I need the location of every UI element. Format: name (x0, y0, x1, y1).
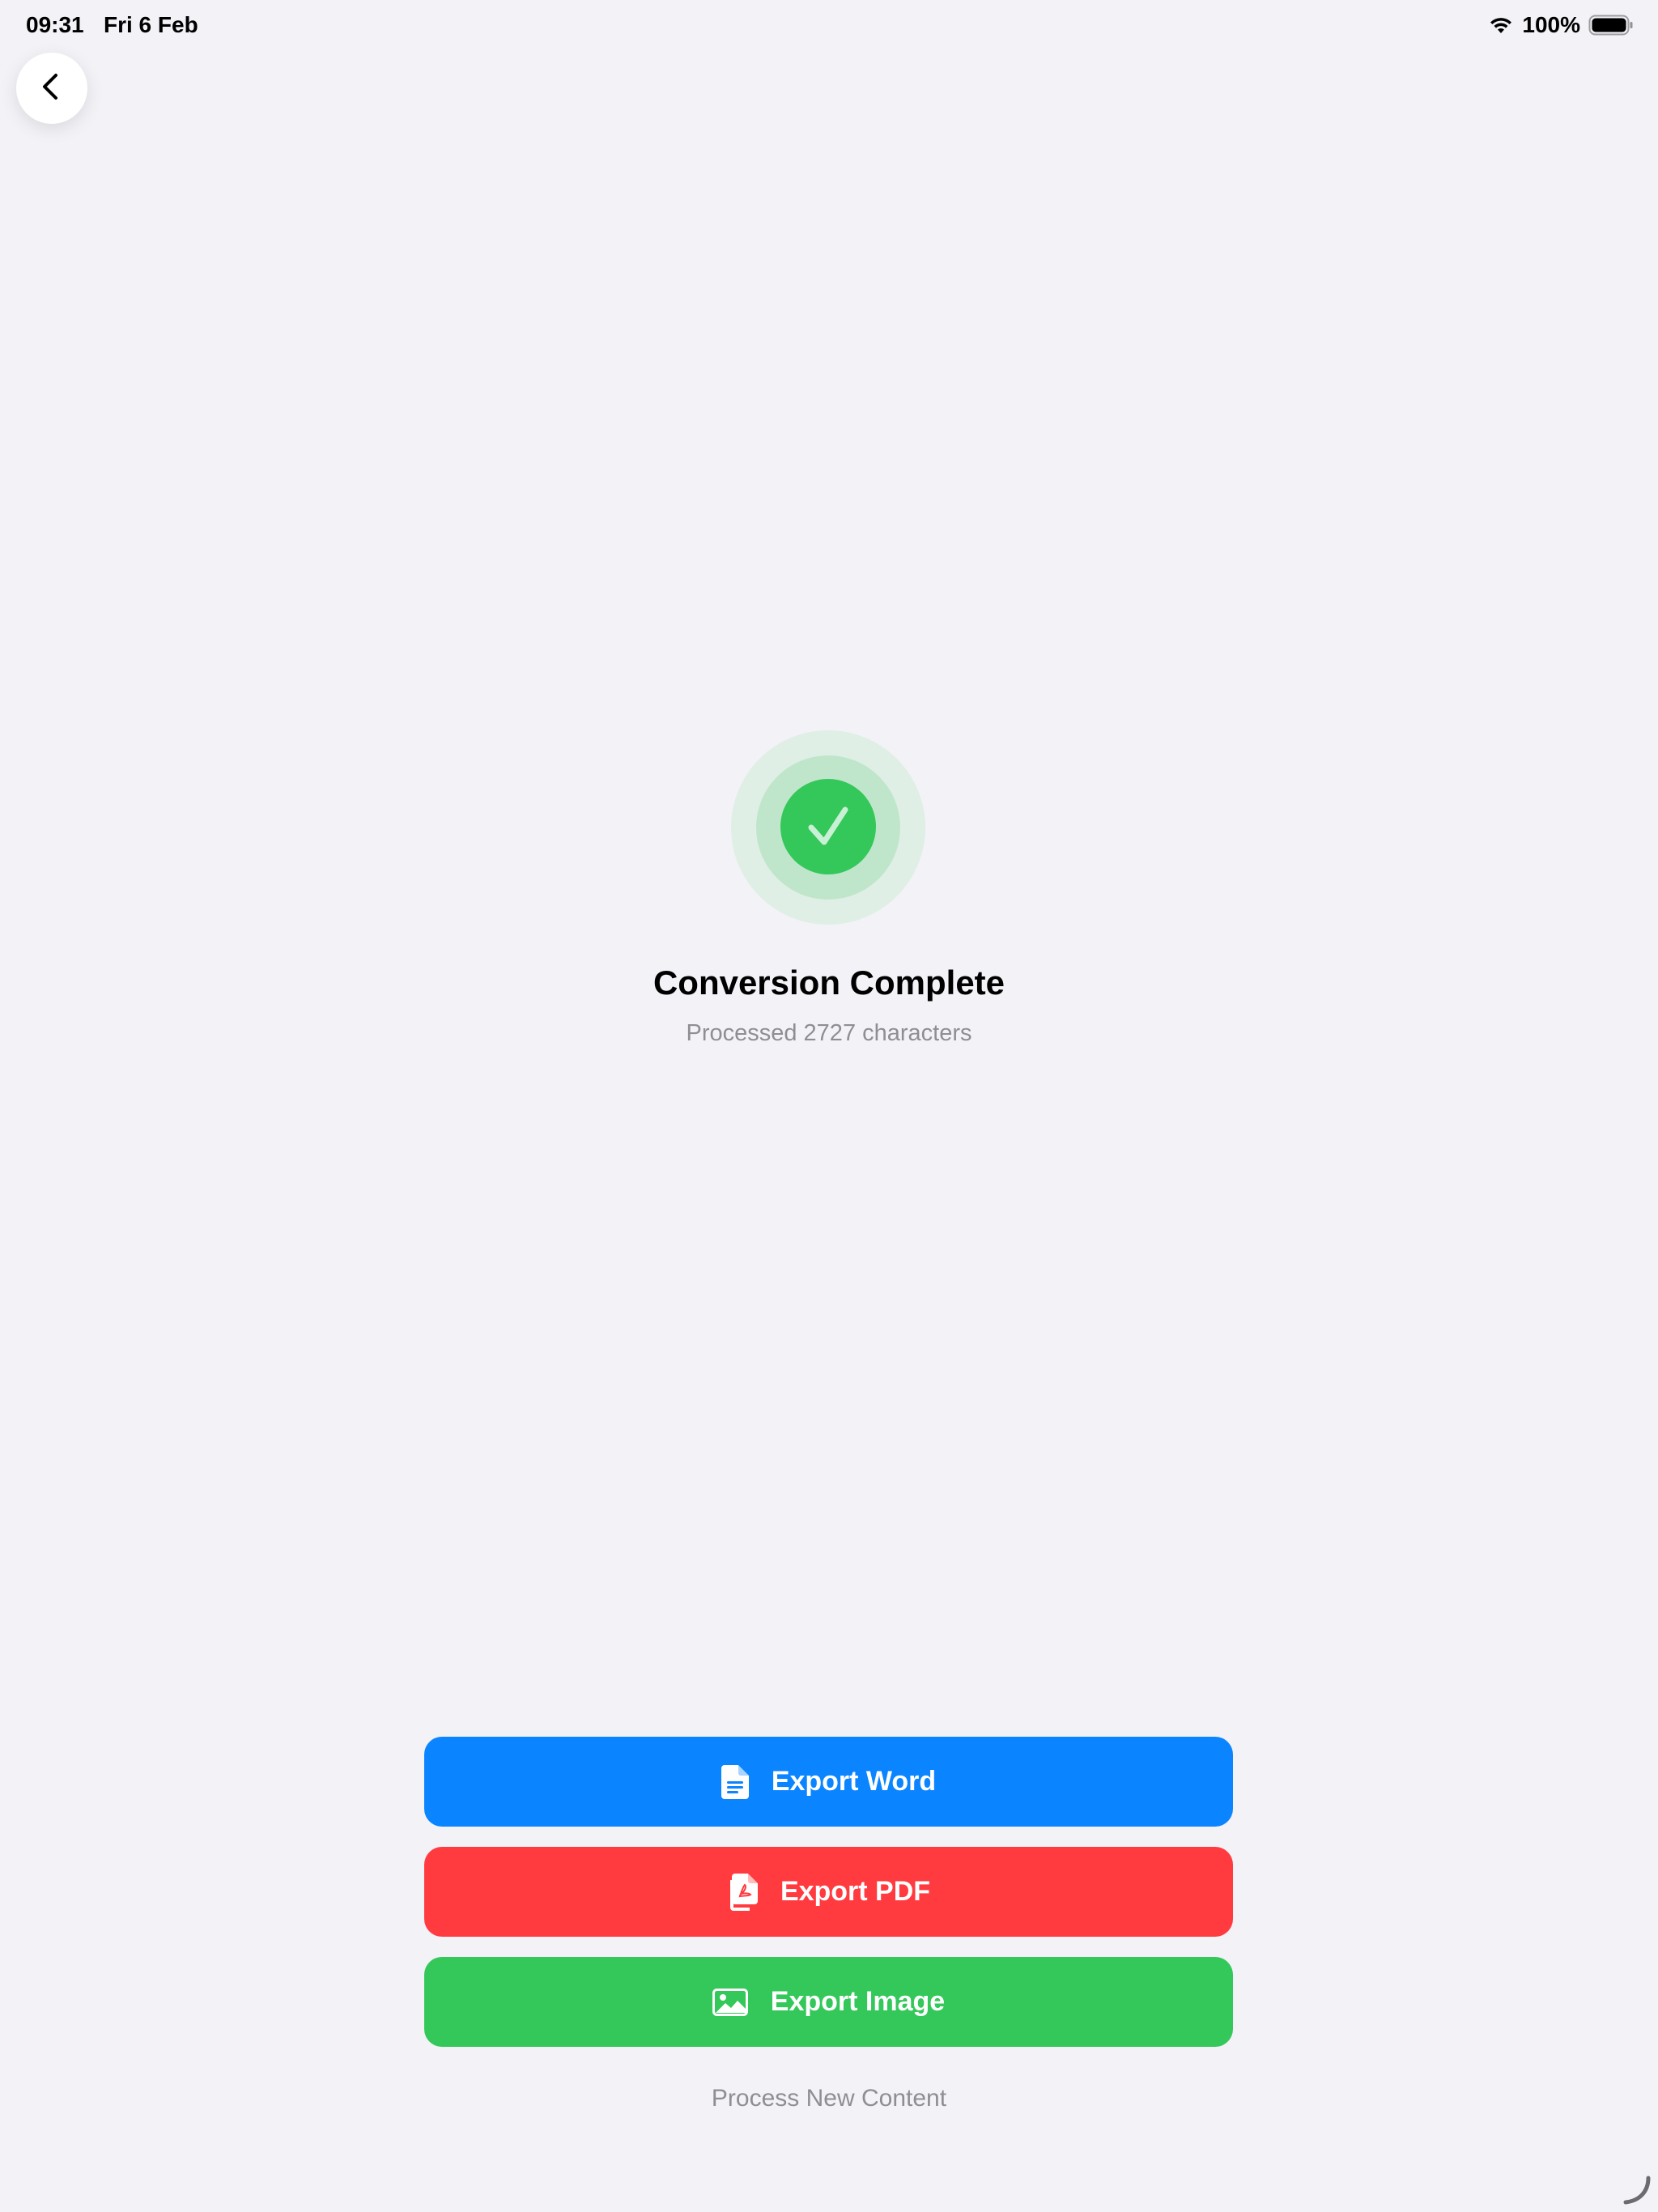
back-button[interactable] (16, 53, 87, 124)
status-time: 09:31 (26, 12, 84, 37)
resize-handle-icon[interactable] (1619, 2173, 1652, 2206)
export-word-label: Export Word (771, 1766, 937, 1797)
result-subtitle: Processed 2727 characters (686, 1020, 972, 1046)
status-bar: 09:31 Fri 6 Feb 100% (0, 0, 1658, 52)
battery-percentage: 100% (1522, 12, 1580, 37)
document-icon (721, 1764, 749, 1799)
process-new-content-link[interactable]: Process New Content (0, 2085, 1658, 2112)
wifi-icon (1488, 15, 1514, 35)
image-icon (712, 1988, 748, 2016)
status-date: Fri 6 Feb (104, 12, 198, 37)
export-pdf-label: Export PDF (780, 1876, 931, 1907)
status-indicators: 100% (1488, 12, 1634, 38)
export-word-button[interactable]: Export Word (424, 1737, 1233, 1827)
result-title: Conversion Complete (653, 963, 1005, 1002)
chevron-left-icon (36, 70, 68, 107)
pdf-document-icon (727, 1873, 758, 1911)
export-pdf-button[interactable]: Export PDF (424, 1847, 1233, 1937)
conversion-result-screen: 09:31 Fri 6 Feb 100% Conversion Complete… (0, 0, 1658, 2212)
checkmark-circle-icon (780, 779, 876, 874)
export-image-label: Export Image (770, 1986, 946, 2017)
export-image-button[interactable]: Export Image (424, 1957, 1233, 2047)
battery-full-icon (1588, 15, 1634, 36)
